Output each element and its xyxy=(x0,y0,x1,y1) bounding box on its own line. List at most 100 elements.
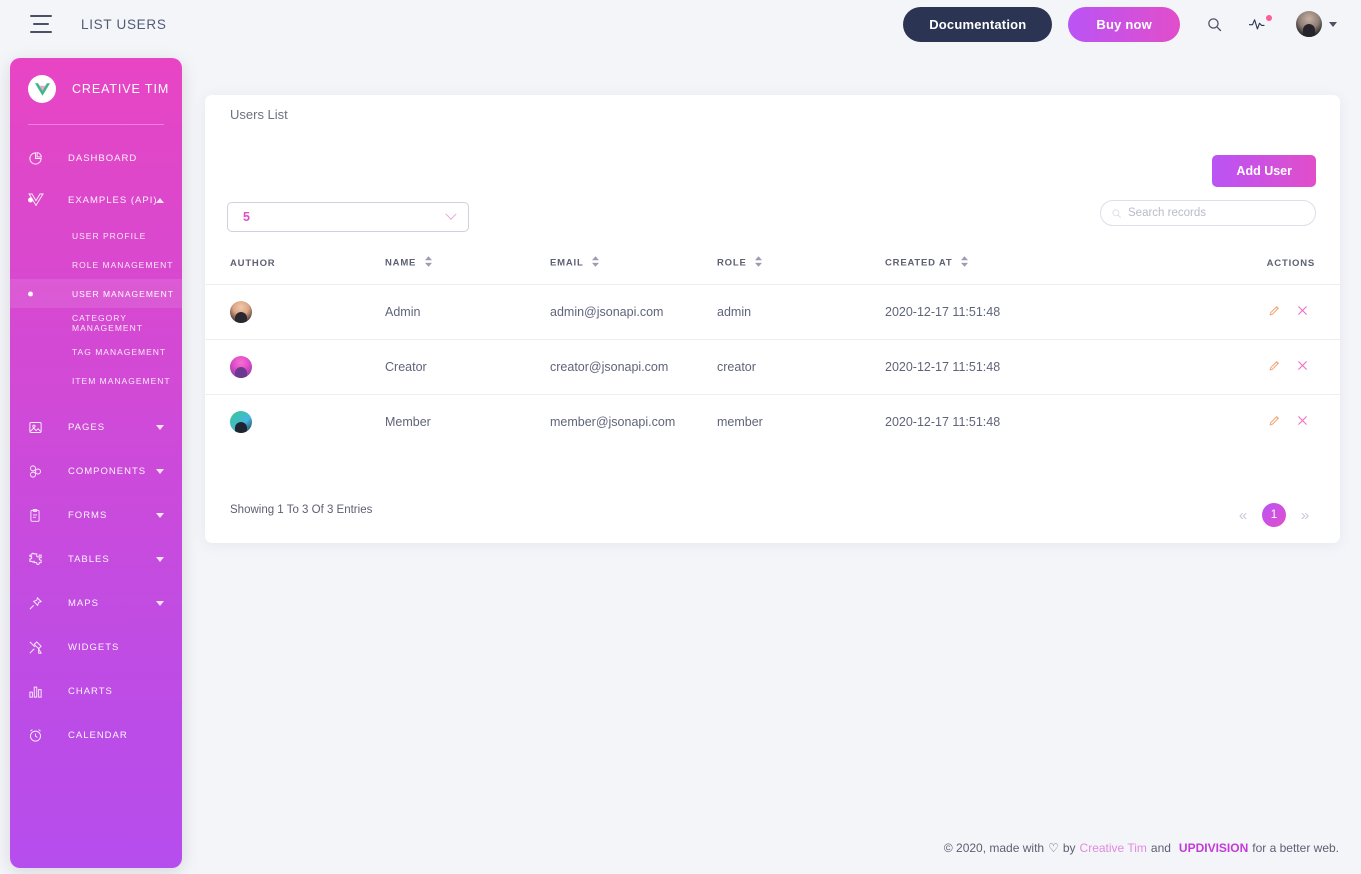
sidebar-item-widgets[interactable]: WIDGETS xyxy=(10,626,182,668)
chevron-down-icon xyxy=(156,468,164,474)
sidebar-item-pages[interactable]: PAGES xyxy=(10,406,182,448)
sidebar-item-label: TABLES xyxy=(68,553,110,565)
table-row[interactable]: Member member@jsonapi.com member 2020-12… xyxy=(205,394,1340,449)
pagination-next-button[interactable]: » xyxy=(1294,504,1316,526)
column-label: AUTHOR xyxy=(230,257,276,269)
sidebar-item-examples-api[interactable]: EXAMPLES (API) xyxy=(10,179,182,221)
column-label: CREATED AT xyxy=(885,257,953,269)
cell-actions xyxy=(1175,339,1340,395)
sidebar-subitem-item-management[interactable]: ITEM MANAGEMENT xyxy=(10,366,182,395)
sidebar-item-tables[interactable]: TABLES xyxy=(10,538,182,580)
sidebar-item-maps[interactable]: MAPS xyxy=(10,582,182,624)
table-header: AUTHOR NAME EMAIL ROLE CREATED AT ACTION… xyxy=(205,250,1340,285)
pagination-prev-button[interactable]: « xyxy=(1232,504,1254,526)
puzzle-icon xyxy=(28,552,52,567)
sort-icon[interactable] xyxy=(960,256,968,270)
search-input[interactable] xyxy=(1128,207,1288,219)
delete-button[interactable] xyxy=(1290,414,1315,430)
sidebar-item-dashboard[interactable]: DASHBOARD xyxy=(10,137,182,179)
showing-entries-text: Showing 1 To 3 Of 3 Entries xyxy=(230,504,373,516)
column-label: EMAIL xyxy=(550,257,584,269)
cell-email: member@jsonapi.com xyxy=(550,394,717,449)
delete-button[interactable] xyxy=(1290,359,1315,375)
pagination: « 1 » xyxy=(1232,503,1316,527)
heart-icon: ♡ xyxy=(1048,841,1059,855)
card-title: Users List xyxy=(230,107,288,122)
column-header-created-at[interactable]: CREATED AT xyxy=(885,250,1175,285)
table-row[interactable]: Creator creator@jsonapi.com creator 2020… xyxy=(205,339,1340,395)
chevron-down-icon xyxy=(156,600,164,606)
sidebar-item-components[interactable]: COMPONENTS xyxy=(10,450,182,492)
cell-role: member xyxy=(717,394,885,449)
cell-email: admin@jsonapi.com xyxy=(550,284,717,340)
avatar-admin xyxy=(230,301,252,323)
sidebar-item-label: PAGES xyxy=(68,421,106,433)
chevron-down-icon xyxy=(1329,21,1337,27)
sort-icon[interactable] xyxy=(755,256,763,270)
column-header-role[interactable]: ROLE xyxy=(717,250,885,285)
add-user-button[interactable]: Add User xyxy=(1212,155,1316,187)
documentation-button[interactable]: Documentation xyxy=(903,6,1053,42)
page-title: LIST USERS xyxy=(81,16,167,32)
avatar[interactable] xyxy=(1296,11,1337,37)
sidebar-subitem-user-management[interactable]: USER MANAGEMENT xyxy=(10,279,182,308)
sidebar-menu: DASHBOARD EXAMPLES (API) USER PROFILE RO… xyxy=(10,137,182,756)
sidebar-item-charts[interactable]: CHARTS xyxy=(10,670,182,712)
notification-dot xyxy=(1266,15,1272,21)
vue-icon xyxy=(28,193,52,207)
sidebar-item-calendar[interactable]: CALENDAR xyxy=(10,714,182,756)
cell-author xyxy=(205,339,385,395)
sidebar-subitem-role-management[interactable]: ROLE MANAGEMENT xyxy=(10,250,182,279)
navbar-actions: Documentation Buy now xyxy=(903,6,1361,42)
buy-now-button[interactable]: Buy now xyxy=(1068,6,1180,42)
cell-actions xyxy=(1175,394,1340,449)
sidebar-item-label: EXAMPLES (API) xyxy=(68,194,158,206)
cell-name: Member xyxy=(385,394,550,449)
table-row[interactable]: Admin admin@jsonapi.com admin 2020-12-17… xyxy=(205,284,1340,340)
updivision-link[interactable]: UPDIVISION xyxy=(1179,841,1248,855)
chevron-up-icon xyxy=(156,197,164,203)
pagination-page-1[interactable]: 1 xyxy=(1262,503,1286,527)
cell-created-at: 2020-12-17 11:51:48 xyxy=(885,339,1175,395)
edit-button[interactable] xyxy=(1262,359,1287,375)
cell-author xyxy=(205,394,385,449)
molecule-icon xyxy=(28,464,52,479)
sidebar-subitem-label: CATEGORY MANAGEMENT xyxy=(72,312,143,333)
sort-icon[interactable] xyxy=(591,256,599,270)
footer-tail: for a better web. xyxy=(1252,841,1339,855)
sort-icon[interactable] xyxy=(424,256,432,270)
search-icon[interactable] xyxy=(1206,16,1223,33)
cell-role: creator xyxy=(717,339,885,395)
sidebar-subitem-tag-management[interactable]: TAG MANAGEMENT xyxy=(10,337,182,366)
sidebar-item-label: DASHBOARD xyxy=(68,152,138,164)
edit-button[interactable] xyxy=(1262,414,1287,430)
sidebar-subitem-label: USER PROFILE xyxy=(72,230,147,241)
table-body: Admin admin@jsonapi.com admin 2020-12-17… xyxy=(205,284,1340,449)
cell-actions xyxy=(1175,284,1340,340)
sidebar-item-label: CHARTS xyxy=(68,685,113,697)
chevron-down-icon xyxy=(156,424,164,430)
column-header-email[interactable]: EMAIL xyxy=(550,250,717,285)
sidebar-submenu-examples: USER PROFILE ROLE MANAGEMENT USER MANAGE… xyxy=(10,221,182,395)
footer-by: by xyxy=(1062,841,1076,855)
sidebar-item-forms[interactable]: FORMS xyxy=(10,494,182,536)
column-label: NAME xyxy=(385,257,417,269)
search-records-box[interactable] xyxy=(1100,200,1316,226)
edit-button[interactable] xyxy=(1262,304,1287,320)
sidebar-brand[interactable]: CREATIVE TIM xyxy=(10,62,182,116)
delete-button[interactable] xyxy=(1290,304,1315,320)
table-header-row: AUTHOR NAME EMAIL ROLE CREATED AT ACTION… xyxy=(205,250,1340,285)
hamburger-icon[interactable] xyxy=(30,15,52,33)
page-size-select[interactable]: 5 xyxy=(227,202,469,232)
sidebar-subitem-category-management[interactable]: CATEGORY MANAGEMENT xyxy=(10,308,182,337)
sidebar-item-label: CALENDAR xyxy=(68,729,128,741)
top-navbar: LIST USERS Documentation Buy now xyxy=(0,0,1361,48)
creative-tim-link[interactable]: Creative Tim xyxy=(1080,841,1147,855)
pulse-icon[interactable] xyxy=(1249,15,1272,32)
page-size-value: 5 xyxy=(243,210,250,224)
chevron-down-icon xyxy=(156,556,164,562)
sidebar-subitem-label: TAG MANAGEMENT xyxy=(72,346,167,357)
column-header-name[interactable]: NAME xyxy=(385,250,550,285)
avatar-creator xyxy=(230,356,252,378)
sidebar-subitem-user-profile[interactable]: USER PROFILE xyxy=(10,221,182,250)
